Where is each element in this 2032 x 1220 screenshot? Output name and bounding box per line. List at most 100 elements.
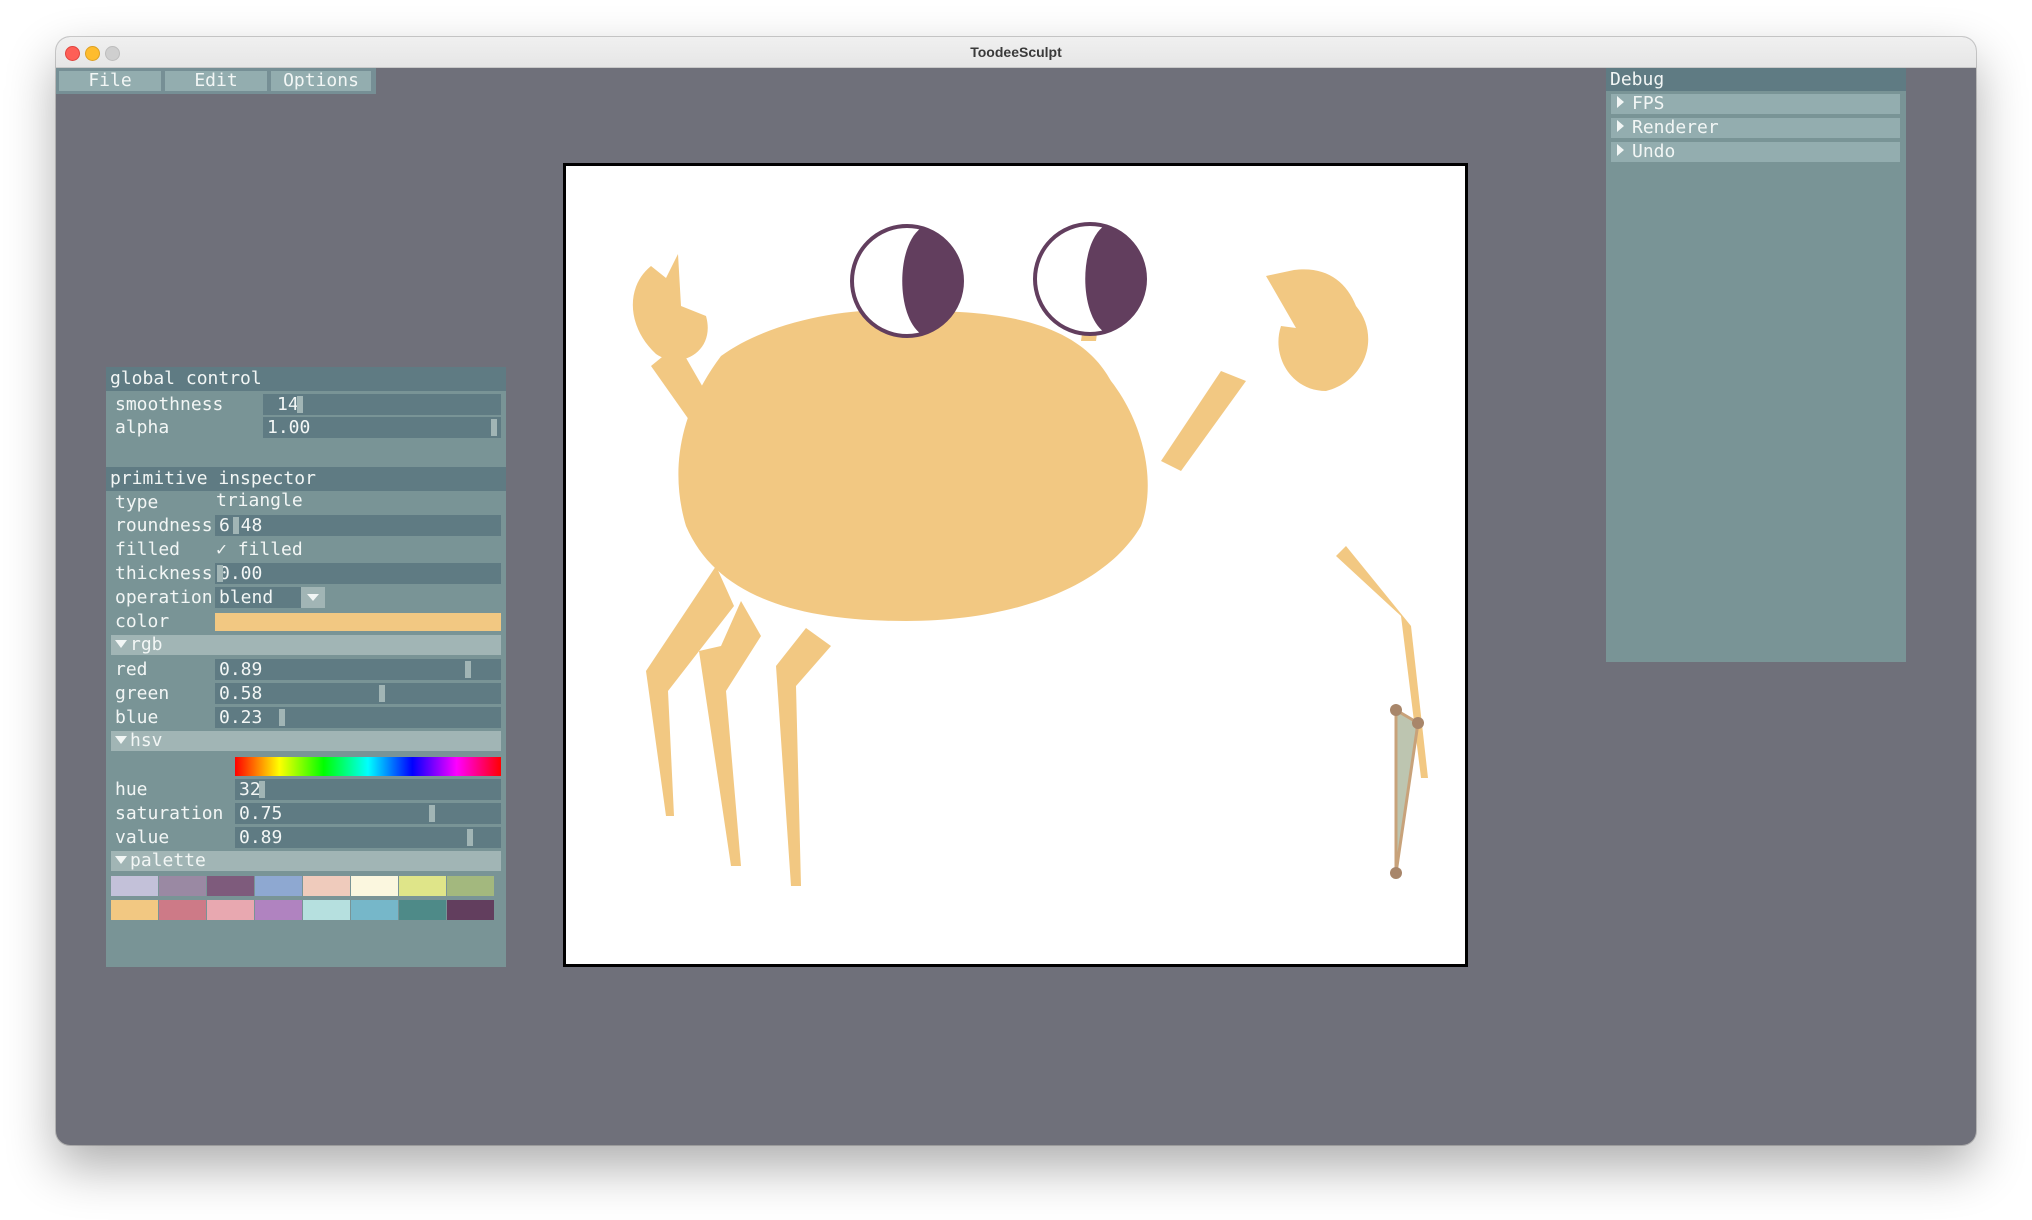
smoothness-label: smoothness: [115, 394, 224, 415]
palette-swatch[interactable]: [351, 876, 398, 896]
caret-right-icon: [1617, 120, 1624, 132]
palette-swatch[interactable]: [447, 876, 494, 896]
saturation-slider[interactable]: 0.75: [235, 803, 501, 824]
blue-grab-handle[interactable]: [279, 709, 285, 726]
palette-swatch[interactable]: [399, 876, 446, 896]
drawing-canvas[interactable]: [563, 163, 1468, 967]
vertex-handle[interactable]: [1412, 717, 1424, 729]
smoothness-slider[interactable]: 14: [263, 394, 501, 415]
saturation-label: saturation: [115, 803, 224, 824]
thickness-slider[interactable]: 0.00: [215, 563, 501, 584]
crab-left-claw: [632, 254, 708, 361]
red-value: 0.89: [219, 659, 263, 680]
roundness-slider[interactable]: 6.48: [215, 515, 501, 536]
roundness-value: 6.48: [219, 515, 263, 536]
rgb-section-header[interactable]: rgb: [111, 635, 501, 655]
debug-item-label: Undo: [1632, 141, 1676, 162]
palette-section-label: palette: [130, 850, 206, 871]
operation-label: operation: [115, 587, 213, 608]
alpha-slider[interactable]: 1.00: [263, 417, 501, 438]
value-label: value: [115, 827, 170, 848]
green-slider[interactable]: 0.58: [215, 683, 501, 704]
alpha-grab-handle[interactable]: [491, 419, 497, 436]
window-title: ToodeeSculpt: [970, 44, 1062, 60]
value-grab-handle[interactable]: [467, 829, 473, 846]
caret-down-icon: [115, 736, 127, 744]
palette-swatch[interactable]: [255, 900, 302, 920]
hue-spectrum-bar[interactable]: [235, 757, 501, 776]
canvas-scene[interactable]: [566, 166, 1465, 964]
operation-select[interactable]: blend: [215, 587, 325, 608]
caret-down-icon: [115, 640, 127, 648]
menu-file[interactable]: File: [59, 71, 161, 91]
palette-section-header[interactable]: palette: [111, 851, 501, 871]
thickness-value: 0.00: [219, 563, 263, 584]
blue-slider[interactable]: 0.23: [215, 707, 501, 728]
vertex-handle[interactable]: [1390, 867, 1402, 879]
palette-swatch[interactable]: [303, 900, 350, 920]
filled-label: filled: [115, 539, 181, 560]
alpha-label: alpha: [115, 417, 170, 438]
saturation-value: 0.75: [239, 803, 283, 824]
palette-swatch[interactable]: [351, 900, 398, 920]
hsv-section-label: hsv: [130, 730, 163, 751]
palette-swatch[interactable]: [303, 876, 350, 896]
palette-swatch[interactable]: [399, 900, 446, 920]
smoothness-grab-handle[interactable]: [297, 396, 303, 413]
operation-dropdown-button[interactable]: [301, 587, 325, 608]
saturation-grab-handle[interactable]: [429, 805, 435, 822]
alpha-value: 1.00: [267, 417, 311, 438]
crab-body: [678, 309, 1148, 621]
red-label: red: [115, 659, 148, 680]
title-bar[interactable]: ToodeeSculpt: [56, 37, 1976, 68]
crab-leg-3: [776, 628, 831, 886]
caret-right-icon: [1617, 144, 1624, 156]
vertex-handle[interactable]: [1390, 704, 1402, 716]
red-slider[interactable]: 0.89: [215, 659, 501, 680]
operation-value: blend: [219, 587, 274, 608]
rgb-section-label: rgb: [130, 634, 163, 655]
menu-edit[interactable]: Edit: [165, 71, 267, 91]
crab-right-claw: [1266, 269, 1369, 391]
hsv-section-header[interactable]: hsv: [111, 731, 501, 751]
hue-grab-handle[interactable]: [259, 781, 265, 798]
color-swatch[interactable]: [215, 613, 501, 631]
palette-swatch[interactable]: [111, 900, 158, 920]
thickness-label: thickness: [115, 563, 213, 584]
debug-item-label: FPS: [1632, 93, 1665, 114]
palette-swatch[interactable]: [159, 900, 206, 920]
crab-left-eye: [850, 224, 964, 338]
debug-item-undo[interactable]: Undo: [1611, 142, 1900, 162]
palette-swatch[interactable]: [111, 876, 158, 896]
red-grab-handle[interactable]: [465, 661, 471, 678]
green-value: 0.58: [219, 683, 263, 704]
roundness-label: roundness: [115, 515, 213, 536]
global-control-header: global control: [106, 367, 506, 391]
crab-leg-2: [699, 601, 761, 866]
thickness-grab-handle[interactable]: [217, 565, 223, 582]
caret-right-icon: [1617, 96, 1624, 108]
debug-item-renderer[interactable]: Renderer: [1611, 118, 1900, 138]
palette-swatch[interactable]: [159, 876, 206, 896]
palette-swatch[interactable]: [207, 876, 254, 896]
palette-swatch[interactable]: [255, 876, 302, 896]
menu-options[interactable]: Options: [271, 71, 371, 91]
crab-right-arm: [1161, 371, 1246, 471]
blue-label: blue: [115, 707, 159, 728]
palette-swatch[interactable]: [447, 900, 494, 920]
hue-label: hue: [115, 779, 148, 800]
palette-swatch[interactable]: [207, 900, 254, 920]
filled-checkbox-label: filled: [237, 539, 303, 560]
green-label: green: [115, 683, 170, 704]
inspector-panel: global control smoothness 14 alpha 1.00 …: [106, 367, 506, 967]
filled-checkbox[interactable]: ✓ filled: [216, 539, 303, 561]
type-value: triangle: [216, 490, 303, 511]
roundness-grab-handle[interactable]: [233, 517, 239, 534]
debug-panel: Debug FPS Renderer Undo: [1606, 68, 1906, 662]
value-slider[interactable]: 0.89: [235, 827, 501, 848]
app-window: ToodeeSculpt File Edit Options global co…: [56, 37, 1976, 1145]
green-grab-handle[interactable]: [379, 685, 385, 702]
debug-item-fps[interactable]: FPS: [1611, 94, 1900, 114]
hue-slider[interactable]: 32: [235, 779, 501, 800]
blue-value: 0.23: [219, 707, 263, 728]
